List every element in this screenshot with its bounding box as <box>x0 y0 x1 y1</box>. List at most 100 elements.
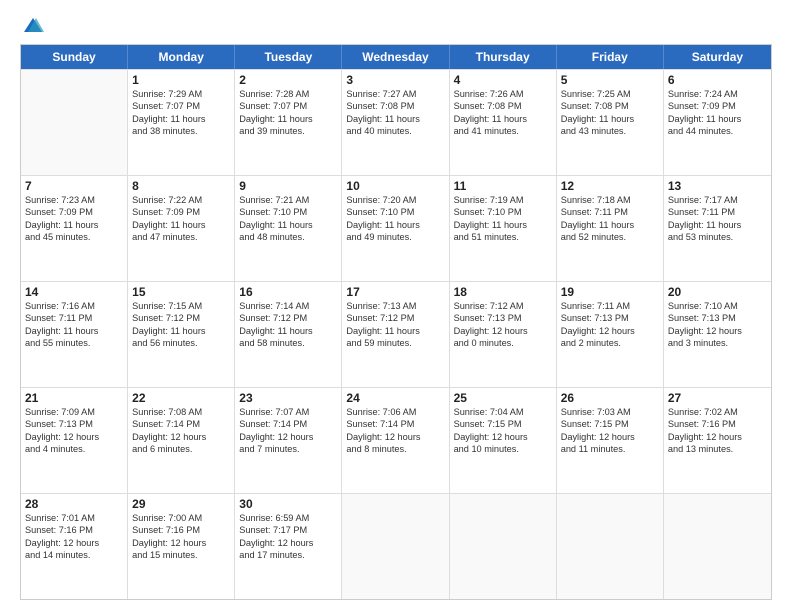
calendar-cell: 18Sunrise: 7:12 AM Sunset: 7:13 PM Dayli… <box>450 282 557 387</box>
header-day-monday: Monday <box>128 45 235 69</box>
calendar-cell: 22Sunrise: 7:08 AM Sunset: 7:14 PM Dayli… <box>128 388 235 493</box>
day-info: Sunrise: 7:22 AM Sunset: 7:09 PM Dayligh… <box>132 194 230 244</box>
calendar-cell <box>342 494 449 599</box>
day-info: Sunrise: 7:18 AM Sunset: 7:11 PM Dayligh… <box>561 194 659 244</box>
day-info: Sunrise: 7:17 AM Sunset: 7:11 PM Dayligh… <box>668 194 767 244</box>
calendar-cell <box>557 494 664 599</box>
calendar-cell: 7Sunrise: 7:23 AM Sunset: 7:09 PM Daylig… <box>21 176 128 281</box>
calendar-cell: 6Sunrise: 7:24 AM Sunset: 7:09 PM Daylig… <box>664 70 771 175</box>
day-number: 22 <box>132 391 230 405</box>
day-info: Sunrise: 7:23 AM Sunset: 7:09 PM Dayligh… <box>25 194 123 244</box>
calendar-body: 1Sunrise: 7:29 AM Sunset: 7:07 PM Daylig… <box>21 69 771 599</box>
day-info: Sunrise: 7:00 AM Sunset: 7:16 PM Dayligh… <box>132 512 230 562</box>
day-info: Sunrise: 7:21 AM Sunset: 7:10 PM Dayligh… <box>239 194 337 244</box>
calendar-cell: 30Sunrise: 6:59 AM Sunset: 7:17 PM Dayli… <box>235 494 342 599</box>
calendar-row-4: 28Sunrise: 7:01 AM Sunset: 7:16 PM Dayli… <box>21 493 771 599</box>
day-number: 11 <box>454 179 552 193</box>
day-info: Sunrise: 7:20 AM Sunset: 7:10 PM Dayligh… <box>346 194 444 244</box>
day-info: Sunrise: 7:06 AM Sunset: 7:14 PM Dayligh… <box>346 406 444 456</box>
day-number: 10 <box>346 179 444 193</box>
day-info: Sunrise: 7:28 AM Sunset: 7:07 PM Dayligh… <box>239 88 337 138</box>
day-info: Sunrise: 7:29 AM Sunset: 7:07 PM Dayligh… <box>132 88 230 138</box>
header-day-sunday: Sunday <box>21 45 128 69</box>
calendar-cell: 25Sunrise: 7:04 AM Sunset: 7:15 PM Dayli… <box>450 388 557 493</box>
calendar-cell: 23Sunrise: 7:07 AM Sunset: 7:14 PM Dayli… <box>235 388 342 493</box>
day-info: Sunrise: 7:13 AM Sunset: 7:12 PM Dayligh… <box>346 300 444 350</box>
calendar-cell: 21Sunrise: 7:09 AM Sunset: 7:13 PM Dayli… <box>21 388 128 493</box>
day-number: 17 <box>346 285 444 299</box>
day-info: Sunrise: 6:59 AM Sunset: 7:17 PM Dayligh… <box>239 512 337 562</box>
day-number: 24 <box>346 391 444 405</box>
day-number: 15 <box>132 285 230 299</box>
day-number: 18 <box>454 285 552 299</box>
day-number: 20 <box>668 285 767 299</box>
day-number: 2 <box>239 73 337 87</box>
calendar-row-1: 7Sunrise: 7:23 AM Sunset: 7:09 PM Daylig… <box>21 175 771 281</box>
calendar-cell <box>21 70 128 175</box>
day-number: 14 <box>25 285 123 299</box>
day-info: Sunrise: 7:25 AM Sunset: 7:08 PM Dayligh… <box>561 88 659 138</box>
day-number: 4 <box>454 73 552 87</box>
day-info: Sunrise: 7:09 AM Sunset: 7:13 PM Dayligh… <box>25 406 123 456</box>
day-info: Sunrise: 7:03 AM Sunset: 7:15 PM Dayligh… <box>561 406 659 456</box>
calendar-cell <box>664 494 771 599</box>
day-number: 5 <box>561 73 659 87</box>
day-number: 3 <box>346 73 444 87</box>
day-number: 13 <box>668 179 767 193</box>
day-number: 25 <box>454 391 552 405</box>
calendar-row-0: 1Sunrise: 7:29 AM Sunset: 7:07 PM Daylig… <box>21 69 771 175</box>
day-info: Sunrise: 7:07 AM Sunset: 7:14 PM Dayligh… <box>239 406 337 456</box>
day-number: 28 <box>25 497 123 511</box>
day-number: 1 <box>132 73 230 87</box>
logo <box>20 16 44 34</box>
calendar-cell: 13Sunrise: 7:17 AM Sunset: 7:11 PM Dayli… <box>664 176 771 281</box>
day-number: 7 <box>25 179 123 193</box>
day-number: 8 <box>132 179 230 193</box>
calendar-cell: 2Sunrise: 7:28 AM Sunset: 7:07 PM Daylig… <box>235 70 342 175</box>
calendar-cell: 29Sunrise: 7:00 AM Sunset: 7:16 PM Dayli… <box>128 494 235 599</box>
calendar-cell: 16Sunrise: 7:14 AM Sunset: 7:12 PM Dayli… <box>235 282 342 387</box>
calendar-cell: 14Sunrise: 7:16 AM Sunset: 7:11 PM Dayli… <box>21 282 128 387</box>
day-number: 16 <box>239 285 337 299</box>
day-number: 26 <box>561 391 659 405</box>
calendar-cell: 20Sunrise: 7:10 AM Sunset: 7:13 PM Dayli… <box>664 282 771 387</box>
calendar-cell: 12Sunrise: 7:18 AM Sunset: 7:11 PM Dayli… <box>557 176 664 281</box>
day-number: 23 <box>239 391 337 405</box>
calendar-cell: 5Sunrise: 7:25 AM Sunset: 7:08 PM Daylig… <box>557 70 664 175</box>
day-number: 30 <box>239 497 337 511</box>
calendar-cell: 17Sunrise: 7:13 AM Sunset: 7:12 PM Dayli… <box>342 282 449 387</box>
day-info: Sunrise: 7:01 AM Sunset: 7:16 PM Dayligh… <box>25 512 123 562</box>
day-info: Sunrise: 7:02 AM Sunset: 7:16 PM Dayligh… <box>668 406 767 456</box>
header-day-thursday: Thursday <box>450 45 557 69</box>
header-day-tuesday: Tuesday <box>235 45 342 69</box>
calendar-cell: 1Sunrise: 7:29 AM Sunset: 7:07 PM Daylig… <box>128 70 235 175</box>
calendar-cell <box>450 494 557 599</box>
calendar-cell: 4Sunrise: 7:26 AM Sunset: 7:08 PM Daylig… <box>450 70 557 175</box>
calendar-cell: 3Sunrise: 7:27 AM Sunset: 7:08 PM Daylig… <box>342 70 449 175</box>
day-number: 9 <box>239 179 337 193</box>
day-info: Sunrise: 7:08 AM Sunset: 7:14 PM Dayligh… <box>132 406 230 456</box>
calendar: SundayMondayTuesdayWednesdayThursdayFrid… <box>20 44 772 600</box>
header-day-saturday: Saturday <box>664 45 771 69</box>
day-info: Sunrise: 7:26 AM Sunset: 7:08 PM Dayligh… <box>454 88 552 138</box>
day-number: 6 <box>668 73 767 87</box>
day-number: 19 <box>561 285 659 299</box>
calendar-cell: 11Sunrise: 7:19 AM Sunset: 7:10 PM Dayli… <box>450 176 557 281</box>
calendar-cell: 8Sunrise: 7:22 AM Sunset: 7:09 PM Daylig… <box>128 176 235 281</box>
day-info: Sunrise: 7:11 AM Sunset: 7:13 PM Dayligh… <box>561 300 659 350</box>
header <box>20 16 772 34</box>
calendar-cell: 9Sunrise: 7:21 AM Sunset: 7:10 PM Daylig… <box>235 176 342 281</box>
day-number: 27 <box>668 391 767 405</box>
calendar-cell: 15Sunrise: 7:15 AM Sunset: 7:12 PM Dayli… <box>128 282 235 387</box>
calendar-cell: 10Sunrise: 7:20 AM Sunset: 7:10 PM Dayli… <box>342 176 449 281</box>
header-day-friday: Friday <box>557 45 664 69</box>
calendar-cell: 19Sunrise: 7:11 AM Sunset: 7:13 PM Dayli… <box>557 282 664 387</box>
day-info: Sunrise: 7:19 AM Sunset: 7:10 PM Dayligh… <box>454 194 552 244</box>
day-number: 29 <box>132 497 230 511</box>
page: SundayMondayTuesdayWednesdayThursdayFrid… <box>0 0 792 612</box>
calendar-cell: 24Sunrise: 7:06 AM Sunset: 7:14 PM Dayli… <box>342 388 449 493</box>
day-info: Sunrise: 7:24 AM Sunset: 7:09 PM Dayligh… <box>668 88 767 138</box>
day-info: Sunrise: 7:10 AM Sunset: 7:13 PM Dayligh… <box>668 300 767 350</box>
calendar-row-3: 21Sunrise: 7:09 AM Sunset: 7:13 PM Dayli… <box>21 387 771 493</box>
calendar-row-2: 14Sunrise: 7:16 AM Sunset: 7:11 PM Dayli… <box>21 281 771 387</box>
